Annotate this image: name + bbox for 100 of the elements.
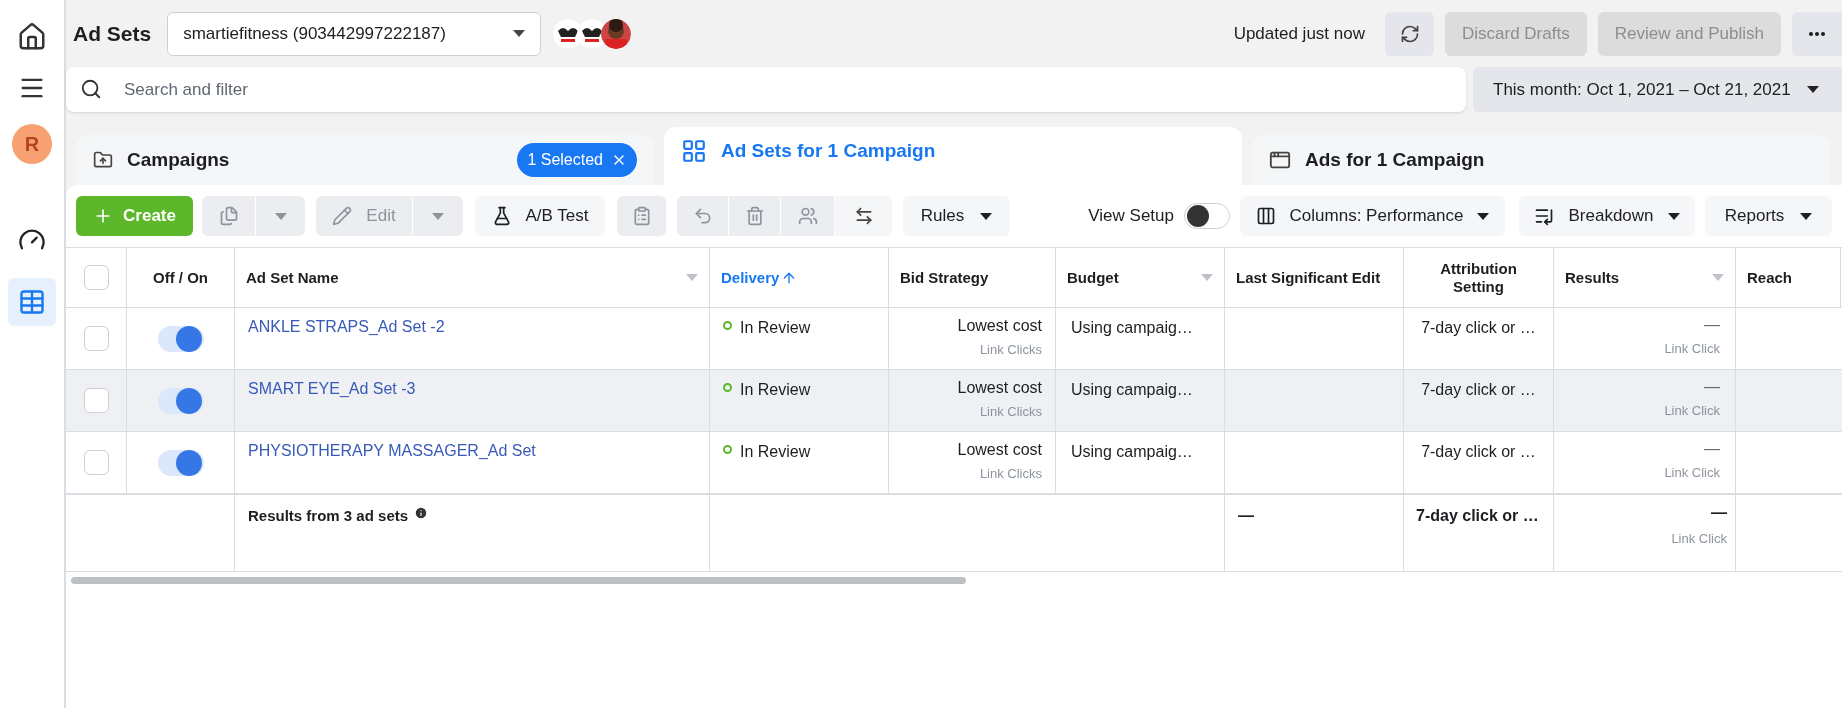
table-row[interactable]: SMART EYE_Ad Set -3 In Review Lowest cost Link Clicks Using campaig… 7-day click or … — Link Click (66, 370, 1842, 432)
selection-badge[interactable]: 1 Selected (517, 143, 637, 177)
delete-button[interactable] (729, 196, 780, 236)
caret-icon (1800, 212, 1813, 220)
results-value: — (1704, 315, 1720, 335)
toggle-switch[interactable] (157, 449, 204, 476)
results-value: — (1704, 439, 1720, 459)
people-icon (797, 206, 818, 226)
column-header[interactable]: Ad Set Name (246, 268, 339, 287)
results-value: — (1704, 377, 1720, 397)
column-menu-caret-icon (686, 274, 698, 281)
column-header[interactable]: Off / On (153, 268, 208, 287)
dropdown-button[interactable] (256, 196, 305, 236)
trash-icon (744, 206, 765, 226)
bid-event: Link Clicks (979, 341, 1042, 359)
columns-button[interactable]: Columns: Performance (1240, 196, 1505, 236)
info-icon[interactable] (414, 506, 429, 520)
bid-event: Link Clicks (979, 465, 1042, 483)
toggle-switch[interactable] (157, 325, 204, 352)
delivery-status: In Review (740, 380, 811, 400)
duplicate-button[interactable] (202, 196, 255, 236)
column-header[interactable]: Attribution Setting (1415, 259, 1542, 296)
table-icon[interactable] (18, 288, 46, 316)
caret-icon (980, 212, 993, 220)
tab[interactable]: Ad Sets for 1 Campaign (664, 127, 1242, 185)
ab-test-button[interactable]: A/B Test (475, 196, 605, 236)
summary-label: Results from 3 ad sets (248, 506, 409, 526)
page-title: Ad Sets (73, 20, 152, 47)
checkbox[interactable] (83, 388, 109, 413)
bid-strategy: Lowest cost (957, 316, 1042, 336)
tab[interactable]: Campaigns 1 Selected (76, 135, 654, 185)
ad-set-link[interactable]: ANKLE STRAPS_Ad Set -2 (248, 318, 445, 335)
date-range-dropdown[interactable]: This month: Oct 1, 2021 – Oct 21, 2021 (1473, 67, 1842, 112)
delivery-status: In Review (740, 318, 811, 338)
refresh-icon (1399, 23, 1420, 44)
column-header[interactable]: Delivery (721, 268, 780, 287)
grid-icon (681, 138, 707, 164)
summary-results-event: Link Click (1671, 530, 1727, 548)
reports-button[interactable]: Reports (1705, 196, 1832, 236)
view-setup-label: View Setup (1088, 205, 1174, 228)
column-header[interactable]: Budget (1067, 268, 1119, 287)
summary-attribution: 7-day click or … (1416, 507, 1539, 524)
search-field[interactable]: Search and filter (66, 67, 1466, 112)
home-icon[interactable] (17, 22, 47, 52)
table-row[interactable]: PHYSIOTHERAPY MASSAGER_Ad Set In Review Lowest cost Link Clicks Using campaig… 7-day click or … — Link Click (66, 432, 1842, 494)
checkbox[interactable] (83, 326, 109, 351)
bid-strategy: Lowest cost (957, 440, 1042, 460)
pencil-icon (332, 206, 353, 226)
swap-button[interactable] (835, 196, 892, 236)
ad-set-link[interactable]: PHYSIOTHERAPY MASSAGER_Ad Set (248, 442, 536, 459)
horizontal-scrollbar[interactable] (71, 577, 966, 584)
account-dropdown[interactable]: smartiefitness (903442997222187) (167, 11, 542, 56)
delivery-status: In Review (740, 442, 811, 462)
budget-value: Using campaig… (1071, 443, 1193, 460)
summary-results: — (1711, 503, 1727, 523)
checkbox[interactable] (83, 450, 109, 475)
bid-event: Link Clicks (979, 403, 1042, 421)
breakdown-button[interactable]: Breakdown (1519, 196, 1695, 236)
column-header[interactable]: Bid Strategy (900, 268, 989, 287)
refresh-button[interactable] (1385, 11, 1434, 56)
undo-icon (692, 206, 713, 226)
window-icon (1269, 149, 1291, 171)
column-menu-caret-icon (1712, 274, 1724, 281)
update-status: Updated just now (1233, 22, 1365, 45)
attribution-value: 7-day click or … (1421, 318, 1536, 338)
more-button[interactable] (1792, 11, 1842, 56)
search-icon (80, 78, 102, 100)
column-header[interactable]: Results (1565, 268, 1620, 287)
columns-icon (1255, 206, 1276, 226)
view-setup-switch[interactable] (1184, 203, 1230, 229)
toggle-switch[interactable] (157, 387, 204, 414)
budget-value: Using campaig… (1071, 381, 1193, 398)
clipboard-button[interactable] (617, 196, 666, 236)
ad-set-link[interactable]: SMART EYE_Ad Set -3 (248, 380, 416, 397)
results-event: Link Click (1664, 464, 1720, 482)
summary-last-edit: — (1238, 507, 1254, 524)
column-header[interactable]: Reach (1747, 268, 1793, 287)
caret-icon (1477, 212, 1490, 220)
caret-icon (274, 212, 287, 220)
caret-icon (513, 30, 526, 37)
rules-button[interactable]: Rules (903, 196, 1010, 236)
caret-icon (1806, 86, 1819, 93)
results-event: Link Click (1664, 340, 1720, 358)
caret-icon (432, 212, 444, 220)
column-menu-caret-icon (1201, 274, 1213, 281)
results-event: Link Click (1664, 402, 1720, 420)
attribution-value: 7-day click or … (1421, 380, 1536, 400)
undo-button[interactable] (677, 196, 728, 236)
tab[interactable]: Ads for 1 Campaign (1252, 135, 1830, 185)
caret-icon (1667, 212, 1680, 220)
checkbox[interactable] (83, 265, 109, 290)
copy-icon (218, 206, 239, 226)
list-icon (1534, 206, 1555, 226)
table-row[interactable]: ANKLE STRAPS_Ad Set -2 In Review Lowest cost Link Clicks Using campaig… 7-day click or … — Link Click (66, 308, 1842, 370)
folder-icon (93, 150, 113, 170)
attribution-value: 7-day click or … (1421, 442, 1536, 462)
column-header[interactable]: Last Significant Edit (1236, 268, 1381, 287)
more-icon (1809, 31, 1825, 36)
budget-value: Using campaig… (1071, 319, 1193, 336)
bid-strategy: Lowest cost (957, 378, 1042, 398)
